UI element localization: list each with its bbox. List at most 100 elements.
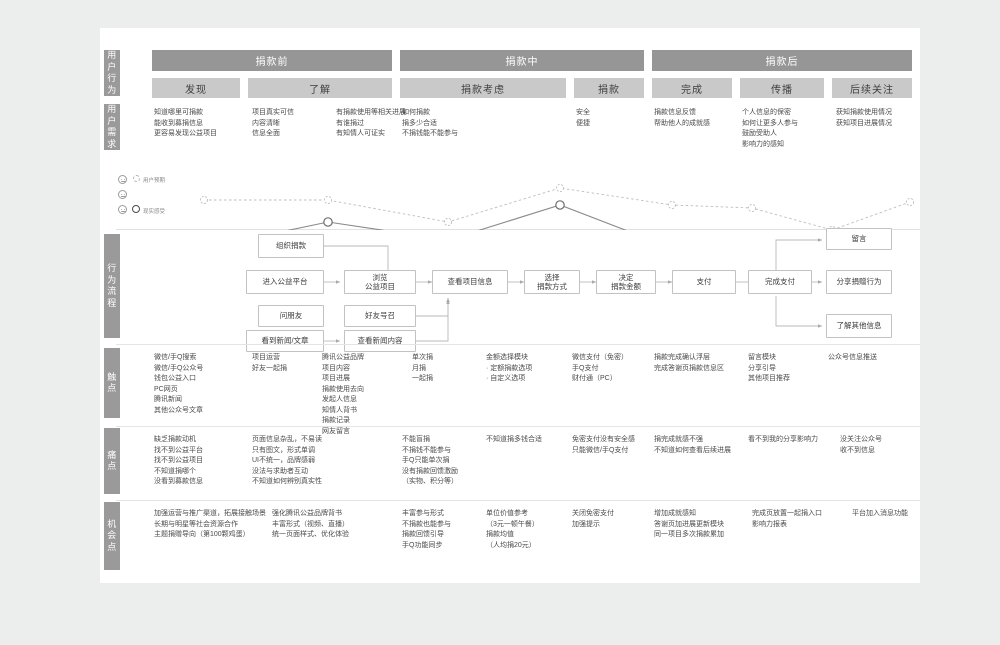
divider-opportunities [116,500,920,501]
flow-box-learn-other-info-label: 了解其他信息 [836,321,882,331]
flow-box-friends-call[interactable]: 好友号召 [344,305,416,327]
flow-box-choose-method-label: 选择 捐款方式 [537,272,567,292]
opportunity-text-1: 加强运营与推广渠道，拓展接触场景 长期与明星等社会资源合作 主题捐赠导向（第10… [154,510,266,538]
stage-bar-consider-label: 捐款考虑 [461,84,505,96]
opportunity-text-4: 单位价值参考 （3元一顿午餐） 捐款均值 （人均捐20元） [486,510,539,549]
flow-box-view-project-info[interactable]: 查看项目信息 [432,270,508,294]
flow-box-learn-other-info[interactable]: 了解其他信息 [826,314,892,338]
stage-bar-followup-label: 后续关注 [850,84,894,96]
phase-bar-after-label: 捐款后 [765,57,799,68]
flow-box-decide-amount[interactable]: 决定 捐款金额 [596,270,656,294]
expectation-point-2 [443,217,453,227]
opportunity-text-2: 强化腾讯公益品牌背书 丰富形式（视频、直播） 统一页面样式、优化体验 [272,510,349,538]
painpoint-text-6: 捐完成就感不强 不知道如何查看后续进展 [654,436,731,454]
opportunity-text-3: 丰富参与形式 不捐款也能参与 捐款回馈引导 手Q功能同步 [402,510,451,549]
stage-bar-spread: 传播 [740,78,824,98]
flow-box-finish-pay[interactable]: 完成支付 [748,270,812,294]
emoji-happy-icon [118,175,127,184]
painpoint-text-2: 页面信息杂乱，不易读 只有图文，形式单调 UI不统一，品牌感弱 没法与求助者互动… [252,436,322,485]
row-label-behavior-flow: 行为流程 [104,234,120,338]
painpoint-text-4: 不知道捐多钱合适 [486,436,542,443]
phase-bar-before-label: 捐款前 [255,57,289,68]
flow-box-organize-donation[interactable]: 组织捐款 [258,234,324,258]
row-label-opportunities: 机会点 [104,502,120,570]
expectation-point-4 [667,200,677,210]
flow-box-friends-call-label: 好友号召 [365,311,395,321]
painpoint-text-1: 缺乏捐款动机 找不到公益平台 找不到公益项目 不知道捐哪个 没看到募款信息 [154,436,203,485]
stage-bar-consider: 捐款考虑 [400,78,566,98]
row-label-user-behavior: 用户行为 [104,50,120,96]
row-label-painpoints: 痛点 [104,428,120,494]
flow-box-ask-friends[interactable]: 问朋友 [258,305,324,327]
stage-bar-donate: 捐款 [574,78,644,98]
expectation-point-3 [555,183,565,193]
flow-box-pay[interactable]: 支付 [672,270,736,294]
touchpoint-text-1: 微信/手Q搜索 微信/手Q公众号 钱包公益入口 PC网页 腾讯新闻 其他公众号文… [154,354,204,414]
flow-box-leave-message[interactable]: 留言 [826,228,892,250]
flow-box-leave-message-label: 留言 [851,234,867,244]
row-label-user-needs: 用户需求 [104,104,120,150]
legend-marker-reality [132,205,140,213]
touchpoint-text-7: 捐款完成确认浮层 完成答谢页捐款信息区 [654,354,724,372]
needs-text-spread: 个人信息的保密 如何让更多人参与 鼓励受助人 影响力的感知 [742,109,798,148]
flow-box-share-donation[interactable]: 分享捐赠行为 [826,270,892,294]
flow-box-finish-pay-label: 完成支付 [765,277,795,287]
row-label-behavior-flow-text: 行为流程 [107,263,117,308]
journey-map-sheet: 用户行为 用户需求 行为流程 触点 痛点 机会点 捐款前 捐款中 捐款后 发现 [100,28,920,583]
painpoint-text-3: 不能盲捐 不捐钱不能参与 手Q只能单次捐 没有捐款回馈激励 （实物、积分等） [402,436,458,485]
phase-bar-during-label: 捐款中 [505,57,539,68]
row-label-user-behavior-text: 用户行为 [107,50,117,95]
flow-box-choose-method[interactable]: 选择 捐款方式 [524,270,580,294]
reality-point-3 [555,200,565,210]
page-canvas: 用户行为 用户需求 行为流程 触点 痛点 机会点 捐款前 捐款中 捐款后 发现 [0,0,1000,645]
divider-touchpoints [116,344,920,345]
touchpoint-text-6: 微信支付（免密） 手Q支付 财付通（PC） [572,354,628,382]
flow-box-see-news[interactable]: 看到新闻/文章 [246,330,324,352]
opportunity-text-5: 关闭免密支付 加强提示 [572,510,614,528]
expectation-point-7 [905,197,915,207]
stage-bar-discover-label: 发现 [185,84,207,96]
flow-box-browse-projects-label: 浏览 公益项目 [365,272,395,292]
row-label-painpoints-text: 痛点 [107,449,117,472]
flow-box-read-news[interactable]: 查看新闻内容 [344,330,416,352]
stage-bar-discover: 发现 [152,78,240,98]
painpoint-text-8: 没关注公众号 收不到信息 [840,436,882,454]
flow-box-enter-platform-label: 进入公益平台 [262,277,308,287]
emotion-curve-svg [199,183,915,230]
expectation-point-1 [323,195,333,205]
legend-label-reality: 现实感受 [143,209,166,215]
flow-box-browse-projects[interactable]: 浏览 公益项目 [344,270,416,294]
row-label-user-needs-text: 用户需求 [107,104,117,149]
touchpoint-text-2: 项目运营 好友一起捐 [252,354,287,372]
stage-bar-donate-label: 捐款 [598,84,620,96]
stage-bar-spread-label: 传播 [771,84,793,96]
expectation-point-5 [747,203,757,213]
needs-text-complete: 捐款信息反馈 帮助他人的成就感 [654,109,710,127]
touchpoint-text-8: 留言模块 分享引导 其他项目推荐 [748,354,790,382]
phase-bar-after: 捐款后 [652,50,912,71]
opportunity-text-6: 增加成就感知 答谢页加进展更新模块 同一项目多次捐款累加 [654,510,724,538]
emoji-sad-icon [118,205,127,214]
stage-bar-complete: 完成 [652,78,732,98]
phase-bar-during: 捐款中 [400,50,644,71]
touchpoint-text-3: 腾讯公益品牌 项目内容 项目进展 捐款使用去向 发起人信息 知情人背书 捐款记录… [322,354,364,435]
needs-text-understand-1: 项目真实可信 内容清晰 信息全面 [252,109,294,137]
legend-label-expectation: 用户预期 [143,178,166,184]
phase-bar-before: 捐款前 [152,50,392,71]
emoji-neutral-icon [118,190,127,199]
flow-box-enter-platform[interactable]: 进入公益平台 [246,270,324,294]
stage-bar-followup: 后续关注 [832,78,912,98]
stage-bar-complete-label: 完成 [681,84,703,96]
legend-marker-expectation [133,175,140,182]
row-label-touchpoints: 触点 [104,348,120,418]
row-label-touchpoints-text: 触点 [107,371,117,394]
touchpoint-text-9: 公众号信息推送 [828,354,877,361]
divider-painpoints [116,426,920,427]
flow-box-view-project-info-label: 查看项目信息 [447,277,493,287]
flow-box-share-donation-label: 分享捐赠行为 [836,277,882,287]
opportunity-text-7: 完成页放置一起捐入口 影响力报表 [752,510,822,528]
flow-box-pay-label: 支付 [696,277,712,287]
touchpoint-text-5: 金额选择模块 · 定额捐款选项 · 自定义选项 [486,354,533,382]
opportunity-text-8: 平台加入消息功能 [852,510,908,517]
flow-box-decide-amount-label: 决定 捐款金额 [611,272,641,292]
